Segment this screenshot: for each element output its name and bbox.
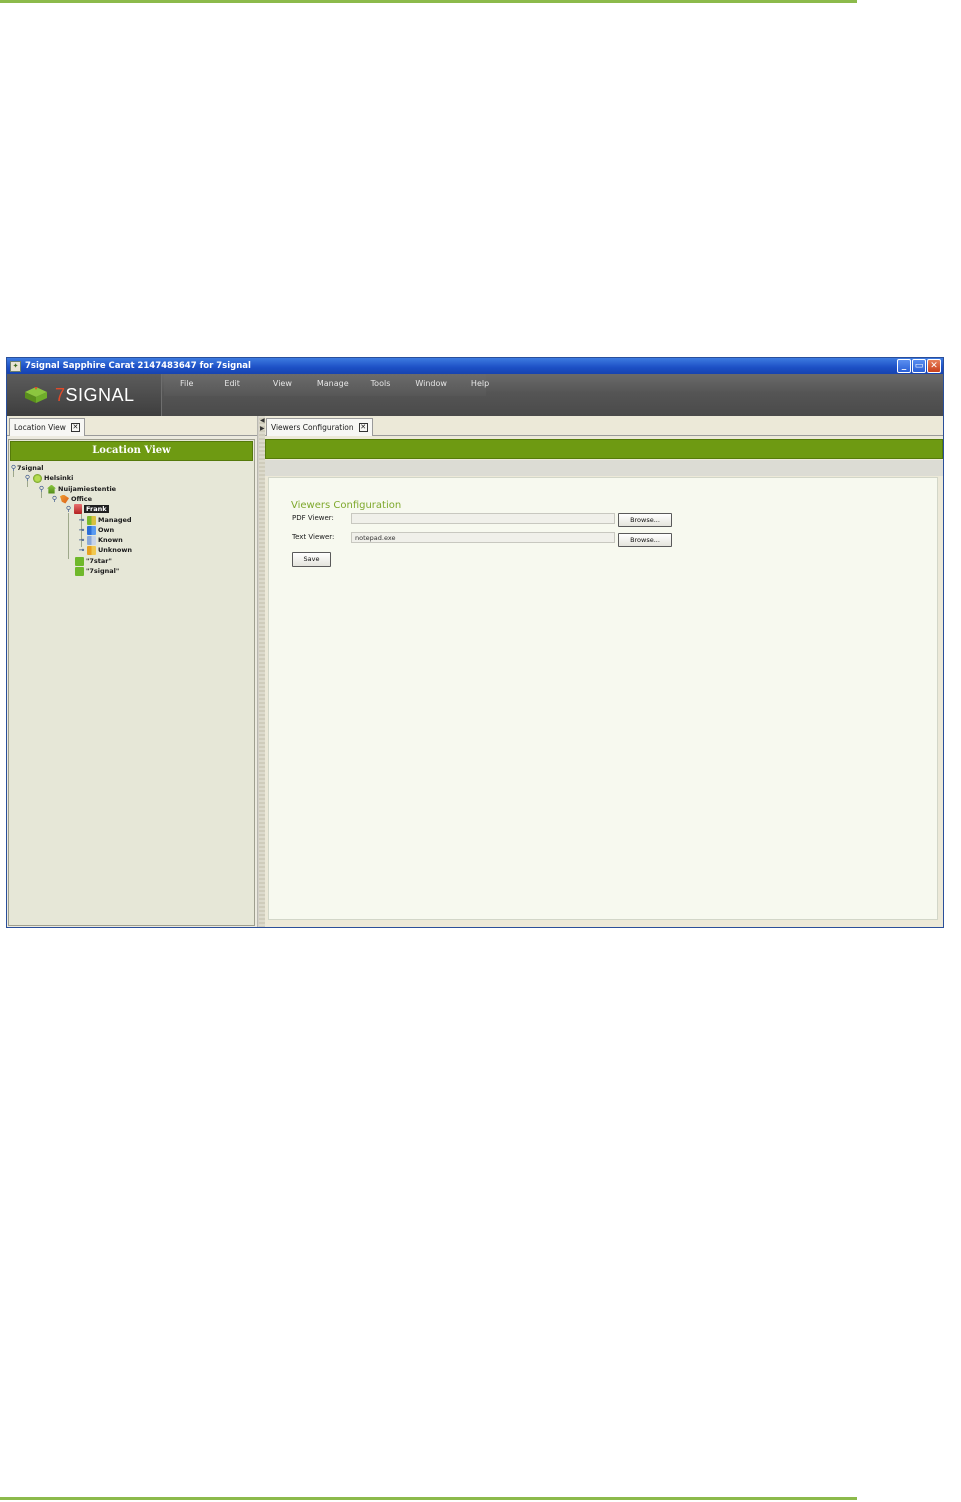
collapse-left-icon[interactable]: ◀ [260,417,265,424]
managed-network-icon [87,515,96,525]
tree-node-office[interactable]: ⚲ Office [51,494,92,504]
text-viewer-label: Text Viewer: [292,533,335,541]
logo-text: 7SIGNAL [55,385,135,405]
window-bottom-strip [7,927,943,928]
text-browse-button[interactable]: Browse... [618,533,672,547]
tree-node-own[interactable]: ⊸ Own [78,525,114,535]
menu-help[interactable]: Help [471,374,489,396]
tree-node-unknown[interactable]: ⊸ Unknown [78,545,132,555]
location-tab-strip: Location View ✕ [7,416,257,436]
window-controls: _ ▭ ✕ [897,359,941,373]
city-icon [33,473,42,483]
menu-window[interactable]: Window [415,374,447,396]
collapse-toggle-icon[interactable]: ⊸ [78,526,85,534]
expand-toggle-icon[interactable]: ⚲ [51,495,58,503]
menu-bar: File Edit View Manage Tools Window Help [164,374,489,396]
tab-location-view-label: Location View [14,423,66,432]
logo-cube-icon [25,387,47,403]
tab-viewers-configuration-close-icon[interactable]: ✕ [358,423,368,432]
menu-view[interactable]: View [273,374,292,396]
menu-tools[interactable]: Tools [371,374,391,396]
pdf-browse-button[interactable]: Browse... [618,513,672,527]
signal-icon [75,566,84,576]
expand-toggle-icon[interactable]: ⚲ [38,485,45,493]
tree-node-nuijamiestentie[interactable]: ⚲ Nuijamiestentie [38,484,116,494]
viewers-configuration-form: Viewers Configuration PDF Viewer: Browse… [268,477,938,920]
expand-toggle-icon[interactable]: ⚲ [24,474,31,482]
maximize-button[interactable]: ▭ [912,359,926,373]
collapse-toggle-icon[interactable]: ⊸ [78,536,85,544]
own-network-icon [87,525,96,535]
tab-viewers-configuration-label: Viewers Configuration [271,423,354,432]
logo: 7SIGNAL [7,374,162,416]
collapse-toggle-icon[interactable]: ⊸ [78,516,85,524]
location-view-pane: Location View ✕ Location View ⚲ 7signal … [7,416,258,927]
tab-location-view-close-icon[interactable]: ✕ [70,423,80,432]
expand-right-icon[interactable]: ▶ [260,425,265,432]
menu-manage[interactable]: Manage [317,374,349,396]
tree-node-frank[interactable]: ⚲ Frank [65,504,109,514]
page-top-rule [0,0,857,3]
person-icon [74,504,82,514]
tab-viewers-configuration[interactable]: Viewers Configuration ✕ [266,418,373,436]
section-title: Viewers Configuration [291,500,402,511]
minimize-button[interactable]: _ [897,359,911,373]
tab-location-view[interactable]: Location View ✕ [9,418,85,436]
app-header: 7SIGNAL File Edit View Manage Tools Wind… [7,374,943,416]
menu-edit[interactable]: Edit [224,374,240,396]
tree-node-7signal[interactable]: ⚲ 7signal [10,463,44,473]
tree-node-managed[interactable]: ⊸ Managed [78,515,132,525]
title-bar[interactable]: ✦ 7signal Sapphire Carat 2147483647 for … [7,358,943,374]
save-button[interactable]: Save [292,552,331,567]
viewers-configuration-pane: Viewers Configuration ✕ Viewers Configur… [265,416,943,927]
editor-tab-strip: Viewers Configuration ✕ [265,416,943,436]
text-viewer-field[interactable]: notepad.exe [351,532,615,543]
page-bottom-rule [0,1497,857,1500]
editor-header-bar [265,439,943,459]
collapse-toggle-icon[interactable]: ⊸ [78,546,85,554]
tree-node-7signal-ap[interactable]: "7signal" [73,566,119,576]
close-button[interactable]: ✕ [927,359,941,373]
menu-file[interactable]: File [180,374,193,396]
window-title: 7signal Sapphire Carat 2147483647 for 7s… [25,361,251,371]
application-window: ✦ 7signal Sapphire Carat 2147483647 for … [6,357,944,928]
pdf-viewer-label: PDF Viewer: [292,514,334,522]
signal-icon [75,556,84,566]
editor-toolbar-strip [265,460,943,476]
tree-node-helsinki[interactable]: ⚲ Helsinki [24,473,73,483]
tree-node-known[interactable]: ⊸ Known [78,535,123,545]
known-network-icon [87,535,96,545]
tree-node-7star[interactable]: "7star" [73,556,112,566]
office-icon [60,494,69,504]
location-view-header: Location View [10,441,253,461]
location-view-body: Location View ⚲ 7signal ⚲ Helsinki ⚲ Nui… [8,439,255,926]
app-icon: ✦ [10,360,21,372]
expand-toggle-icon[interactable]: ⚲ [65,505,72,513]
unknown-network-icon [87,545,96,555]
expand-toggle-icon[interactable]: ⚲ [10,464,17,472]
pdf-viewer-field[interactable] [351,513,615,524]
building-icon [47,484,56,494]
